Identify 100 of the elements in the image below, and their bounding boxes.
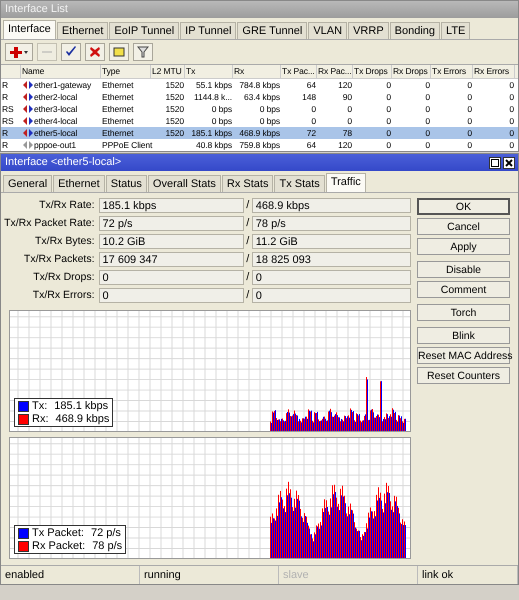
tab[interactable]: Tx Stats xyxy=(274,175,325,192)
filter-button[interactable] xyxy=(133,43,153,61)
legend-label: Tx: xyxy=(32,400,48,412)
table-cell-text: 0 xyxy=(508,115,515,127)
arrows-icon xyxy=(23,129,33,137)
enable-button[interactable] xyxy=(61,43,81,61)
tab[interactable]: Overall Stats xyxy=(148,175,221,192)
table-cell-text: 1520 xyxy=(164,79,185,91)
column-header[interactable]: Tx Drops xyxy=(353,65,392,78)
table-cell-text: 72 xyxy=(306,127,317,139)
column-header[interactable]: Tx xyxy=(185,65,233,78)
dialog-button[interactable]: Cancel xyxy=(417,218,510,235)
dialog-button[interactable]: OK xyxy=(417,198,510,215)
tab[interactable]: EoIP Tunnel xyxy=(109,22,180,39)
value-field: 468.9 kbps xyxy=(252,198,411,212)
table-cell-text: 0 xyxy=(385,115,392,127)
table-cell-text: 0 bps xyxy=(210,115,233,127)
table-cell-text: 40.8 kbps xyxy=(195,139,233,151)
column-header[interactable]: Rx xyxy=(233,65,281,78)
column-header[interactable]: Tx Errors xyxy=(431,65,473,78)
separator-text: / xyxy=(245,271,250,283)
disable-button[interactable] xyxy=(85,43,105,61)
table-cell-text: 0 xyxy=(424,127,431,139)
table-cell-text: 0 xyxy=(466,127,473,139)
table-cell-text: 0 xyxy=(385,127,392,139)
field-label: Tx/Rx Rate: xyxy=(38,199,96,211)
separator-text: / xyxy=(245,289,250,301)
arrows-icon xyxy=(23,93,33,101)
table-cell-text: 784.8 kbps xyxy=(238,79,281,91)
table-row[interactable]: R ether2-local Ethernet 1520 1144.8 k... 63.4 kbps 148 90 0 0 0 0 xyxy=(1,91,518,103)
flag-cell-text: R xyxy=(1,127,10,139)
column-header[interactable]: L2 MTU xyxy=(151,65,185,78)
dialog-button[interactable]: Reset MAC Address xyxy=(417,347,510,364)
column-header[interactable]: Rx Pac... xyxy=(317,65,353,78)
table-cell-text: Ethernet xyxy=(101,91,134,103)
table-cell-text: 0 xyxy=(385,79,392,91)
table-cell-text: 0 xyxy=(508,103,515,115)
tab[interactable]: General xyxy=(3,175,52,192)
tab[interactable]: Status xyxy=(106,175,147,192)
separator-text: / xyxy=(245,253,250,265)
dialog-button[interactable]: Torch xyxy=(417,304,510,321)
table-cell-text: 0 xyxy=(466,139,473,151)
dialog-button[interactable]: Reset Counters xyxy=(417,367,510,384)
column-header[interactable]: Name xyxy=(21,65,101,78)
table-cell-text: 1144.8 k... xyxy=(193,91,233,103)
tab[interactable]: Rx Stats xyxy=(222,175,274,192)
value-field: 0 xyxy=(252,288,411,302)
tab[interactable]: LTE xyxy=(441,22,470,39)
dialog-button[interactable]: Apply xyxy=(417,238,510,255)
table-cell-text: 0 xyxy=(385,91,392,103)
arrows-icon xyxy=(23,141,33,149)
legend-label: Rx: xyxy=(32,413,48,425)
table-cell-text: 0 xyxy=(508,79,515,91)
filter-icon xyxy=(137,46,149,58)
tab[interactable]: Traffic xyxy=(326,173,366,192)
tab[interactable]: Interface xyxy=(3,20,56,39)
field-label: Tx/Rx Packets: xyxy=(22,253,96,265)
note-icon xyxy=(113,46,125,58)
legend-value: 78 p/s xyxy=(92,540,122,552)
table-cell-text: 90 xyxy=(342,91,353,103)
comment-button[interactable] xyxy=(109,43,129,61)
table-cell-text: 0 bps xyxy=(258,115,281,127)
legend-label: Tx Packet: xyxy=(32,527,84,539)
tab[interactable]: IP Tunnel xyxy=(180,22,236,39)
table-row[interactable]: R pppoe-out1 PPPoE Client 40.8 kbps 759.8 kbps 64 120 0 0 0 0 xyxy=(1,139,518,151)
table-cell-text: 0 xyxy=(466,91,473,103)
flag-cell-text: RS xyxy=(1,115,15,127)
table-row[interactable]: RS ether4-local Ethernet 1520 0 bps 0 bps 0 0 0 0 0 0 xyxy=(1,115,518,127)
table-cell-text: 64 xyxy=(306,79,317,91)
tab[interactable]: VLAN xyxy=(308,22,348,39)
maximize-button[interactable] xyxy=(489,156,501,168)
dialog-button[interactable]: Disable xyxy=(417,261,510,278)
column-header[interactable]: Rx Drops xyxy=(392,65,431,78)
value-field: 17 609 347 xyxy=(98,252,244,266)
table-cell-text: 0 xyxy=(508,139,515,151)
tab[interactable]: Ethernet xyxy=(53,175,105,192)
add-button[interactable] xyxy=(5,43,33,61)
dialog-button[interactable]: Blink xyxy=(417,327,510,344)
dialog-button[interactable]: Comment xyxy=(417,281,510,298)
tab[interactable]: VRRP xyxy=(348,22,389,39)
value-field: 78 p/s xyxy=(252,216,411,230)
table-cell: ether5-local xyxy=(34,127,78,139)
tab[interactable]: Bonding xyxy=(390,22,440,39)
column-header[interactable]: Type xyxy=(101,65,151,78)
tab[interactable]: GRE Tunnel xyxy=(237,22,308,39)
table-row[interactable]: RS ether3-local Ethernet 1520 0 bps 0 bps 0 0 0 0 0 0 xyxy=(1,103,518,115)
column-header[interactable]: Rx Errors xyxy=(473,65,515,78)
field-label: Tx/Rx Bytes: xyxy=(34,235,96,247)
separator-text: / xyxy=(245,235,250,247)
column-header[interactable]: Tx Pac... xyxy=(281,65,317,78)
table-cell-text: 0 xyxy=(346,115,353,127)
table-cell: ether1-gateway xyxy=(34,79,92,91)
table-cell-text: 63.4 kbps xyxy=(243,91,281,103)
close-button[interactable] xyxy=(503,156,515,168)
table-row[interactable]: R ether1-gateway Ethernet 1520 55.1 kbps 784.8 kbps 64 120 0 0 0 0 xyxy=(1,79,518,91)
tab[interactable]: Ethernet xyxy=(56,22,108,39)
table-cell-text: Ethernet xyxy=(101,127,134,139)
table-cell-text: 0 xyxy=(310,115,317,127)
add-icon xyxy=(9,46,29,58)
table-row[interactable]: R ether5-local Ethernet 1520 185.1 kbps 468.9 kbps 72 78 0 0 0 0 xyxy=(1,127,518,139)
